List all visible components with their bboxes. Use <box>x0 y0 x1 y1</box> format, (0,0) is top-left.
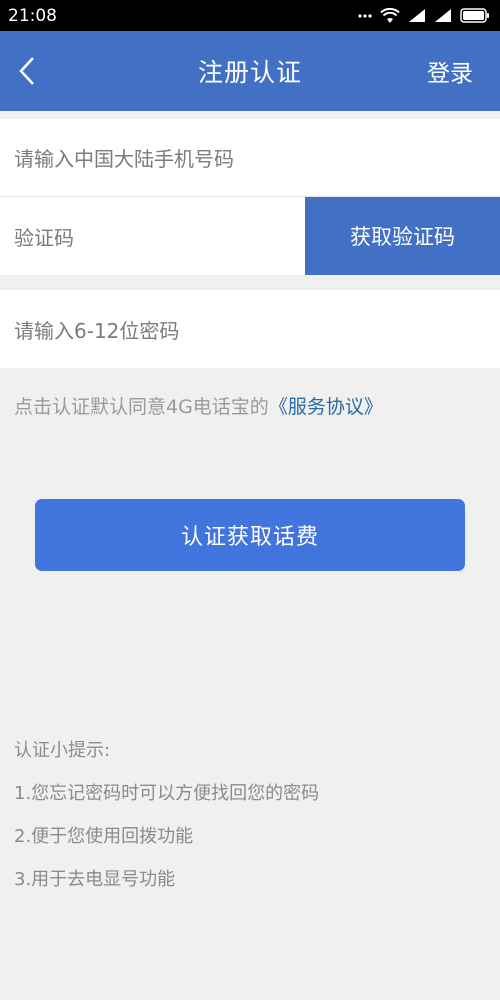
password-input[interactable]: 请输入6-12位密码 <box>0 290 500 368</box>
tips-section: 认证小提示: 1.您忘记密码时可以方便找回您的密码 2.便于您使用回拨功能 3.… <box>0 729 500 901</box>
status-icons <box>358 7 490 24</box>
status-bar: 21:08 <box>0 0 500 31</box>
header: 注册认证 登录 <box>0 31 500 111</box>
chevron-left-icon <box>19 57 34 85</box>
signal-icon-2 <box>435 9 451 22</box>
agreement: 点击认证默认同意4G电话宝的《服务协议》 <box>0 392 500 419</box>
code-row: 验证码 获取验证码 <box>0 197 500 275</box>
status-time: 21:08 <box>8 5 57 26</box>
code-input[interactable]: 验证码 <box>0 197 305 275</box>
phone-code-form: 请输入中国大陆手机号码 验证码 获取验证码 <box>0 119 500 275</box>
agreement-text: 点击认证默认同意4G电话宝的 <box>14 396 269 418</box>
tip-item: 1.您忘记密码时可以方便找回您的密码 <box>14 783 320 804</box>
more-icon <box>358 13 372 18</box>
tip-item: 2.便于您使用回拨功能 <box>14 826 194 847</box>
submit-button[interactable]: 认证获取话费 <box>35 499 465 571</box>
battery-icon <box>460 8 489 23</box>
wifi-icon <box>380 7 400 23</box>
phone-input[interactable]: 请输入中国大陆手机号码 <box>0 119 500 197</box>
tips-title: 认证小提示: <box>14 740 111 761</box>
login-button[interactable]: 登录 <box>427 54 473 88</box>
page-title: 注册认证 <box>197 58 302 87</box>
password-form: 请输入6-12位密码 <box>0 290 500 368</box>
tip-item: 3.用于去电显号功能 <box>14 869 176 890</box>
back-button[interactable] <box>12 51 42 91</box>
get-code-button[interactable]: 获取验证码 <box>305 197 500 275</box>
service-agreement-link[interactable]: 《服务协议》 <box>269 396 383 418</box>
signal-icon-1 <box>409 9 425 22</box>
